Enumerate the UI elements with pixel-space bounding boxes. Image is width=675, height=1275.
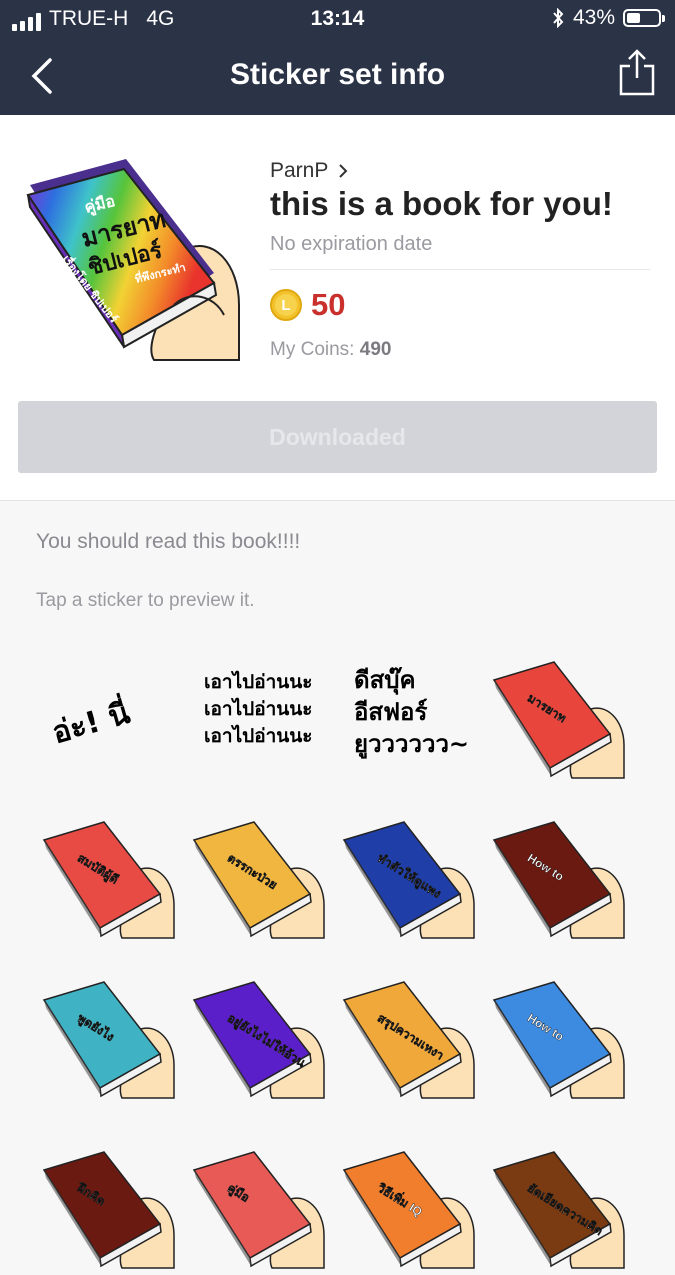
status-bar: TRUE-H 4G 13:14 43% — [0, 0, 675, 36]
sticker-item[interactable]: อยู่ยังไงไม่ให้อ้วน — [188, 970, 328, 1100]
sticker-text-line: ดีสบุ๊ค — [354, 666, 416, 696]
sticker-item[interactable]: คู่มือ — [188, 1140, 328, 1270]
bluetooth-icon — [553, 8, 564, 28]
share-icon[interactable] — [617, 48, 657, 98]
sticker-book-image: พูดยังไง — [42, 981, 175, 1099]
sticker-text-image: ดีสบุ๊คอีสฟอร์ยูวววววว~ — [354, 666, 469, 759]
sticker-item[interactable]: มารยาท — [488, 650, 628, 780]
my-coins: My Coins: 490 — [270, 339, 391, 361]
sticker-text-line: อีสฟอร์ — [354, 698, 427, 726]
sticker-book-image: ฝึกคิด — [42, 1151, 175, 1269]
navigation-bar: Sticker set info — [0, 36, 675, 115]
sticker-item[interactable]: ยัดเยียดความคิด — [488, 1140, 628, 1270]
chevron-right-icon — [339, 164, 348, 178]
sticker-book-image: How to — [492, 981, 625, 1099]
sticker-text-image: อ่ะ! นี่ — [47, 691, 134, 751]
sticker-book-image: สรุปความเหงา — [342, 981, 475, 1099]
downloaded-button[interactable]: Downloaded — [18, 401, 657, 473]
battery-icon — [623, 9, 665, 27]
status-right: 43% — [551, 6, 665, 30]
sticker-book-image: ตรรกะป่วย — [192, 821, 325, 939]
sticker-text-line: อ่ะ! นี่ — [47, 691, 134, 751]
my-coins-label: My Coins: — [270, 339, 355, 360]
coin-icon: L — [270, 289, 302, 321]
sticker-item[interactable]: How to — [488, 970, 628, 1100]
sticker-book-image: อยู่ยังไงไม่ให้อ้วน — [192, 981, 325, 1099]
sticker-text-line: เอาไปอ่านนะ — [204, 724, 312, 747]
sticker-book-image: ทำตัวให้ดูแพง — [342, 821, 475, 939]
battery-fill — [627, 13, 640, 23]
sticker-item[interactable]: สรุปความเหงา — [338, 970, 478, 1100]
sticker-item[interactable]: ทำตัวให้ดูแพง — [338, 810, 478, 940]
author-link[interactable]: ParnP — [270, 159, 348, 183]
page-title: Sticker set info — [229, 58, 446, 91]
sticker-text-line: เอาไปอ่านนะ — [204, 697, 312, 720]
sticker-book-image: คู่มือ — [192, 1151, 325, 1269]
sticker-set-name: this is a book for you! — [270, 185, 613, 222]
sticker-item[interactable]: อ่ะ! นี่ — [38, 650, 178, 780]
sticker-book-image: วิธีเพิ่ม IQ — [342, 1151, 475, 1269]
price-amount: 50 — [311, 287, 346, 322]
sticker-item[interactable]: สมบัติผู้ดี — [38, 810, 178, 940]
sticker-set-header: คู่มือ มารยาท ชิปเปอร์ ที่พึงกระทำ เรื่อ… — [0, 115, 675, 501]
sticker-item[interactable]: วิธีเพิ่ม IQ — [338, 1140, 478, 1270]
sticker-book-image: มารยาท — [492, 661, 625, 779]
sticker-text-image: เอาไปอ่านนะเอาไปอ่านนะเอาไปอ่านนะ — [204, 670, 312, 747]
sticker-item[interactable]: ดีสบุ๊ค อีสฟอร์ยูวววววว~ — [338, 650, 478, 780]
battery-percent: 43% — [572, 6, 615, 29]
divider — [270, 269, 650, 270]
my-coins-value: 490 — [359, 339, 392, 360]
sticker-item[interactable]: ตรรกะป่วย — [188, 810, 328, 940]
sticker-book-image: How to — [492, 821, 625, 939]
sticker-item[interactable]: เอาไปอ่านนะ เอาไปอ่านนะ เอาไปอ่านนะ — [188, 650, 328, 780]
sticker-item[interactable]: How to — [488, 810, 628, 940]
sticker-item[interactable]: ฝึกคิด — [38, 1140, 178, 1270]
set-description: You should read this book!!!! — [36, 530, 301, 553]
preview-hint: Tap a sticker to preview it. — [36, 590, 255, 611]
sticker-text-line: เอาไปอ่านนะ — [204, 670, 312, 693]
expiration-text: No expiration date — [270, 233, 433, 255]
sticker-item[interactable]: พูดยังไง — [38, 970, 178, 1100]
sticker-book-image: ยัดเยียดความคิด — [492, 1151, 625, 1269]
sticker-set-main-image[interactable]: คู่มือ มารยาท ชิปเปอร์ ที่พึงกระทำ เรื่อ… — [24, 155, 244, 365]
sticker-book-image: สมบัติผู้ดี — [42, 821, 175, 939]
sticker-text-line: ยูวววววว~ — [354, 730, 469, 759]
price: L 50 — [270, 287, 345, 323]
author-name: ParnP — [270, 159, 329, 182]
